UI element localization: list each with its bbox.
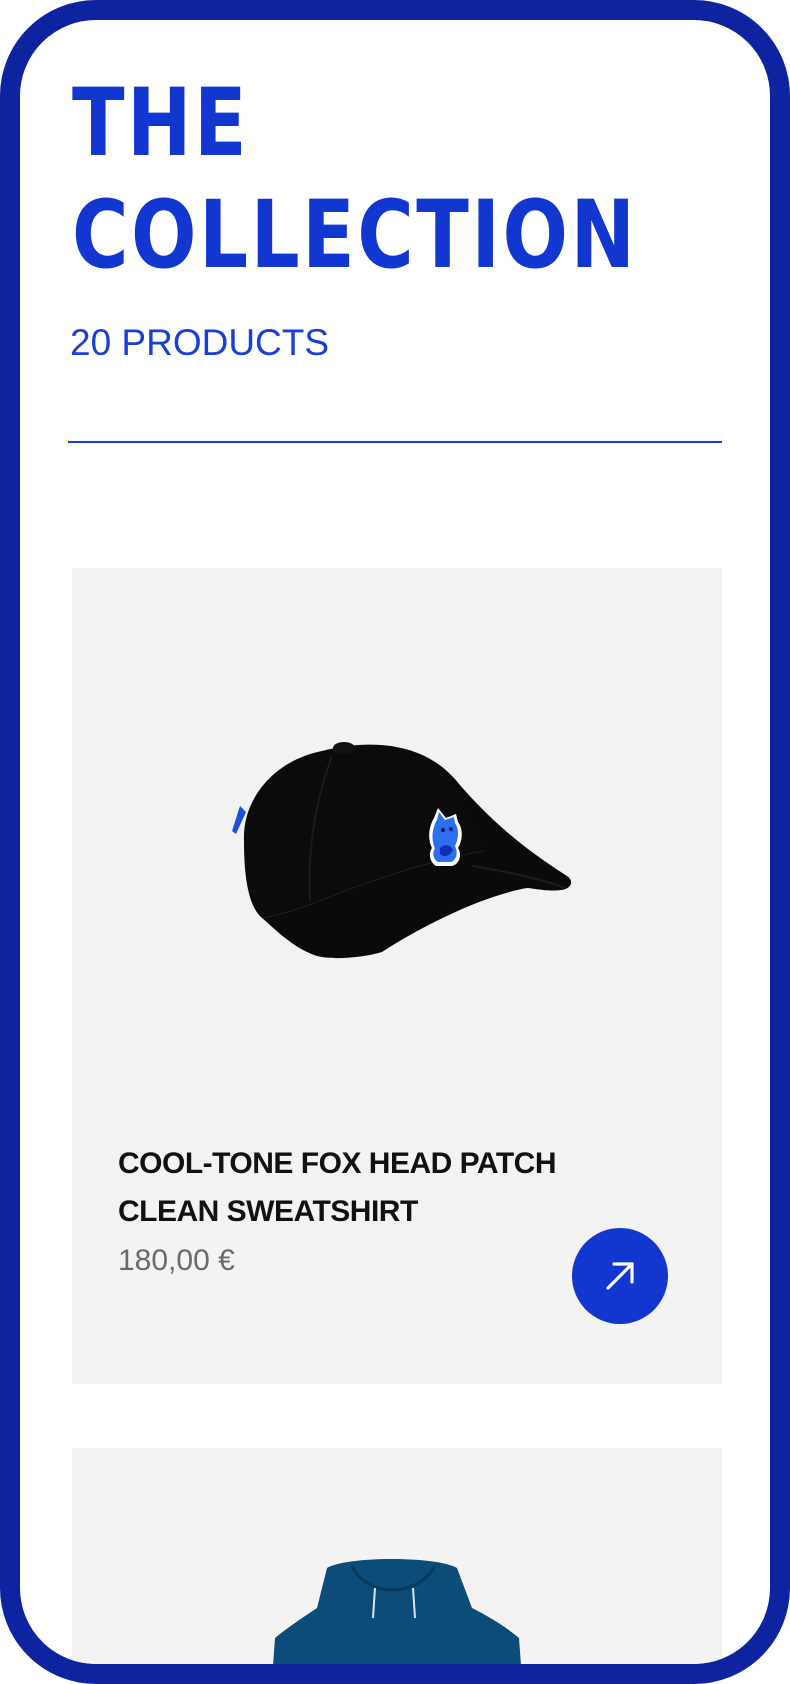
- arrow-up-right-icon: [606, 1262, 634, 1290]
- product-card[interactable]: [72, 1448, 722, 1664]
- page-title: THE COLLECTION: [72, 68, 637, 292]
- page-title-line-2: COLLECTION: [72, 181, 638, 290]
- product-card[interactable]: COOL-TONE FOX HEAD PATCH CLEAN SWEATSHIR…: [72, 568, 722, 1384]
- product-price: 180,00 €: [118, 1244, 235, 1277]
- header-divider: [68, 441, 722, 443]
- screen: THE COLLECTION 20 PRODUCTS COOL-TONE FOX…: [20, 20, 770, 1664]
- product-image[interactable]: [182, 626, 612, 1096]
- device-frame: THE COLLECTION 20 PRODUCTS COOL-TONE FOX…: [0, 0, 790, 1684]
- cap-image: [232, 742, 572, 959]
- product-count: 20 PRODUCTS: [70, 322, 330, 363]
- product-name[interactable]: COOL-TONE FOX HEAD PATCH CLEAN SWEATSHIR…: [118, 1140, 588, 1236]
- page-title-line-1: THE: [72, 69, 250, 178]
- hoodie-image[interactable]: [257, 1548, 537, 1664]
- view-product-button[interactable]: [572, 1228, 668, 1324]
